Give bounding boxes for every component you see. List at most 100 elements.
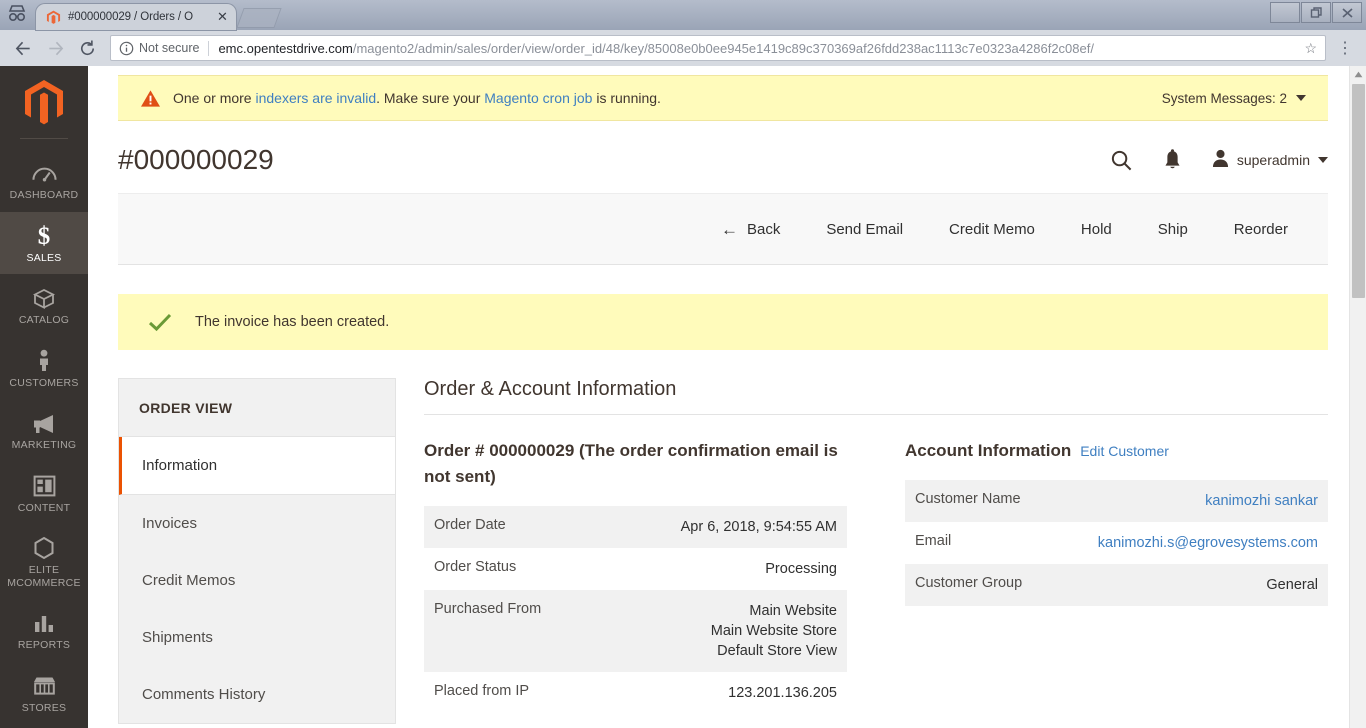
page-viewport: Dashboard $ Sales Catalog: [0, 66, 1366, 728]
arrow-left-icon: ←: [720, 219, 738, 239]
sidebar-item-label: Elite Mcommerce: [7, 564, 81, 589]
cron-job-link[interactable]: Magento cron job: [484, 90, 592, 106]
sidebar-item-label: Content: [17, 501, 71, 514]
row-value: General: [1266, 577, 1318, 593]
forward-button[interactable]: [40, 33, 70, 63]
elite-hexagon-icon: [4, 535, 84, 561]
table-row: Email kanimozhi.s@egrovesystems.com: [905, 522, 1328, 564]
table-row: Order Date Apr 6, 2018, 9:54:55 AM: [424, 506, 847, 548]
page-scrollbar[interactable]: [1349, 66, 1366, 728]
system-messages-label: System Messages: 2: [1161, 90, 1287, 106]
browser-toolbar: Not secure emc.opentestdrive.com/magento…: [0, 30, 1366, 66]
bookmark-star-icon[interactable]: ☆: [1298, 40, 1317, 57]
indexers-link[interactable]: indexers are invalid: [255, 90, 376, 106]
reports-bars-icon: [4, 610, 84, 636]
msg-text-1: One or more: [173, 90, 256, 106]
sales-dollar-icon: $: [4, 223, 84, 249]
user-menu[interactable]: superadmin: [1212, 149, 1328, 171]
section-title: Order & Account Information: [424, 378, 1328, 415]
sidebar-item-catalog[interactable]: Catalog: [0, 274, 88, 337]
header-tools: superadmin: [1110, 148, 1328, 172]
row-value: kanimozhi sankar: [1051, 480, 1328, 522]
row-label: Email: [915, 533, 952, 549]
back-button[interactable]: ← Back: [698, 221, 803, 238]
sidebar-item-system[interactable]: System: [0, 724, 88, 728]
msg-text-2: . Make sure your: [376, 90, 485, 106]
edit-customer-link[interactable]: Edit Customer: [1080, 438, 1169, 464]
browser-tab[interactable]: #000000029 / Orders / O ✕: [36, 4, 236, 30]
sidebar-item-dashboard[interactable]: Dashboard: [0, 149, 88, 212]
reload-button[interactable]: [72, 33, 102, 63]
order-view-item-information[interactable]: Information: [119, 437, 395, 495]
row-label: Order Date: [434, 517, 506, 533]
window-close-button[interactable]: [1332, 2, 1362, 23]
order-view-item-credit-memos[interactable]: Credit Memos: [119, 552, 395, 609]
row-value: Processing: [765, 561, 837, 577]
system-messages-toggle[interactable]: System Messages: 2: [1162, 91, 1310, 106]
search-icon[interactable]: [1110, 149, 1133, 172]
ship-button[interactable]: Ship: [1135, 221, 1211, 238]
sidebar-divider: [20, 138, 68, 139]
customer-name-link[interactable]: kanimozhi sankar: [1205, 493, 1318, 509]
system-message-text: One or more indexers are invalid. Make s…: [173, 90, 661, 106]
window-minimize-button[interactable]: [1270, 2, 1300, 23]
browser-chrome: #000000029 / Orders / O ✕ Not secure emc…: [0, 0, 1366, 66]
page-title: #000000029: [118, 144, 274, 175]
order-view-item-shipments[interactable]: Shipments: [119, 609, 395, 666]
order-view-item-invoices[interactable]: Invoices: [119, 495, 395, 552]
row-label: Customer Group: [915, 575, 1023, 591]
info-circle-icon: [119, 41, 134, 55]
customer-email-link[interactable]: kanimozhi.s@egrovesystems.com: [1098, 535, 1318, 551]
new-tab-button[interactable]: [236, 8, 282, 28]
avatar-icon: [1212, 149, 1229, 171]
order-view-panel: ORDER VIEW Information Invoices Credit M…: [118, 378, 396, 724]
order-body: ORDER VIEW Information Invoices Credit M…: [118, 378, 1328, 724]
info-columns: Order # 000000029 (The order confirmatio…: [424, 438, 1328, 714]
credit-memo-button[interactable]: Credit Memo: [926, 221, 1058, 238]
order-view-title: ORDER VIEW: [119, 379, 395, 437]
window-maximize-button[interactable]: [1301, 2, 1331, 23]
success-message-text: The invoice has been created.: [195, 314, 390, 330]
chevron-down-icon: [1296, 95, 1306, 101]
check-icon: [148, 312, 172, 332]
hold-button[interactable]: Hold: [1058, 221, 1135, 238]
reorder-button[interactable]: Reorder: [1211, 221, 1311, 238]
page-header: #000000029 superadmin: [118, 121, 1328, 193]
address-bar[interactable]: Not secure emc.opentestdrive.com/magento…: [110, 35, 1326, 61]
stores-shop-icon: [4, 673, 84, 699]
marketing-megaphone-icon: [4, 410, 84, 436]
row-label: Customer Name: [915, 491, 1021, 507]
sidebar-item-stores[interactable]: Stores: [0, 662, 88, 725]
sidebar-item-label: Sales: [26, 251, 62, 264]
send-email-button[interactable]: Send Email: [803, 221, 926, 238]
security-status[interactable]: Not secure: [119, 40, 210, 56]
browser-menu-icon[interactable]: ⋮: [1332, 33, 1358, 63]
sidebar-item-customers[interactable]: Customers: [0, 337, 88, 400]
admin-sidebar: Dashboard $ Sales Catalog: [0, 66, 88, 728]
scrollbar-thumb[interactable]: [1352, 84, 1365, 298]
sidebar-item-label: Dashboard: [9, 189, 79, 201]
msg-text-3: is running.: [592, 90, 661, 106]
success-message-banner: The invoice has been created.: [118, 294, 1328, 350]
table-row: Order Status Processing: [424, 548, 847, 590]
sidebar-item-content[interactable]: Content: [0, 462, 88, 525]
bell-icon[interactable]: [1163, 148, 1182, 172]
sidebar-item-label: Customers: [9, 376, 79, 389]
catalog-box-icon: [4, 285, 84, 311]
tab-close-icon[interactable]: ✕: [215, 9, 230, 25]
sidebar-item-label: Stores: [21, 701, 67, 714]
sidebar-item-sales[interactable]: $ Sales: [0, 211, 88, 274]
table-row: Placed from IP 123.201.136.205: [424, 672, 847, 714]
window-controls: [1270, 2, 1362, 23]
back-button[interactable]: [8, 33, 38, 63]
sidebar-item-label: Marketing: [11, 439, 77, 451]
url-path: /magento2/admin/sales/order/view/order_i…: [352, 40, 1094, 56]
sidebar-item-reports[interactable]: Reports: [0, 599, 88, 662]
table-row: Purchased From Main Website Main Website…: [424, 590, 847, 672]
scrollbar-up-arrow-icon[interactable]: [1350, 66, 1366, 82]
order-view-item-comments-history[interactable]: Comments History: [119, 666, 395, 723]
sidebar-item-elite-mcommerce[interactable]: Elite Mcommerce: [0, 524, 88, 599]
magento-logo-icon[interactable]: [0, 66, 88, 138]
order-information-section: Order & Account Information Order # 0000…: [396, 378, 1328, 724]
sidebar-item-marketing[interactable]: Marketing: [0, 399, 88, 462]
